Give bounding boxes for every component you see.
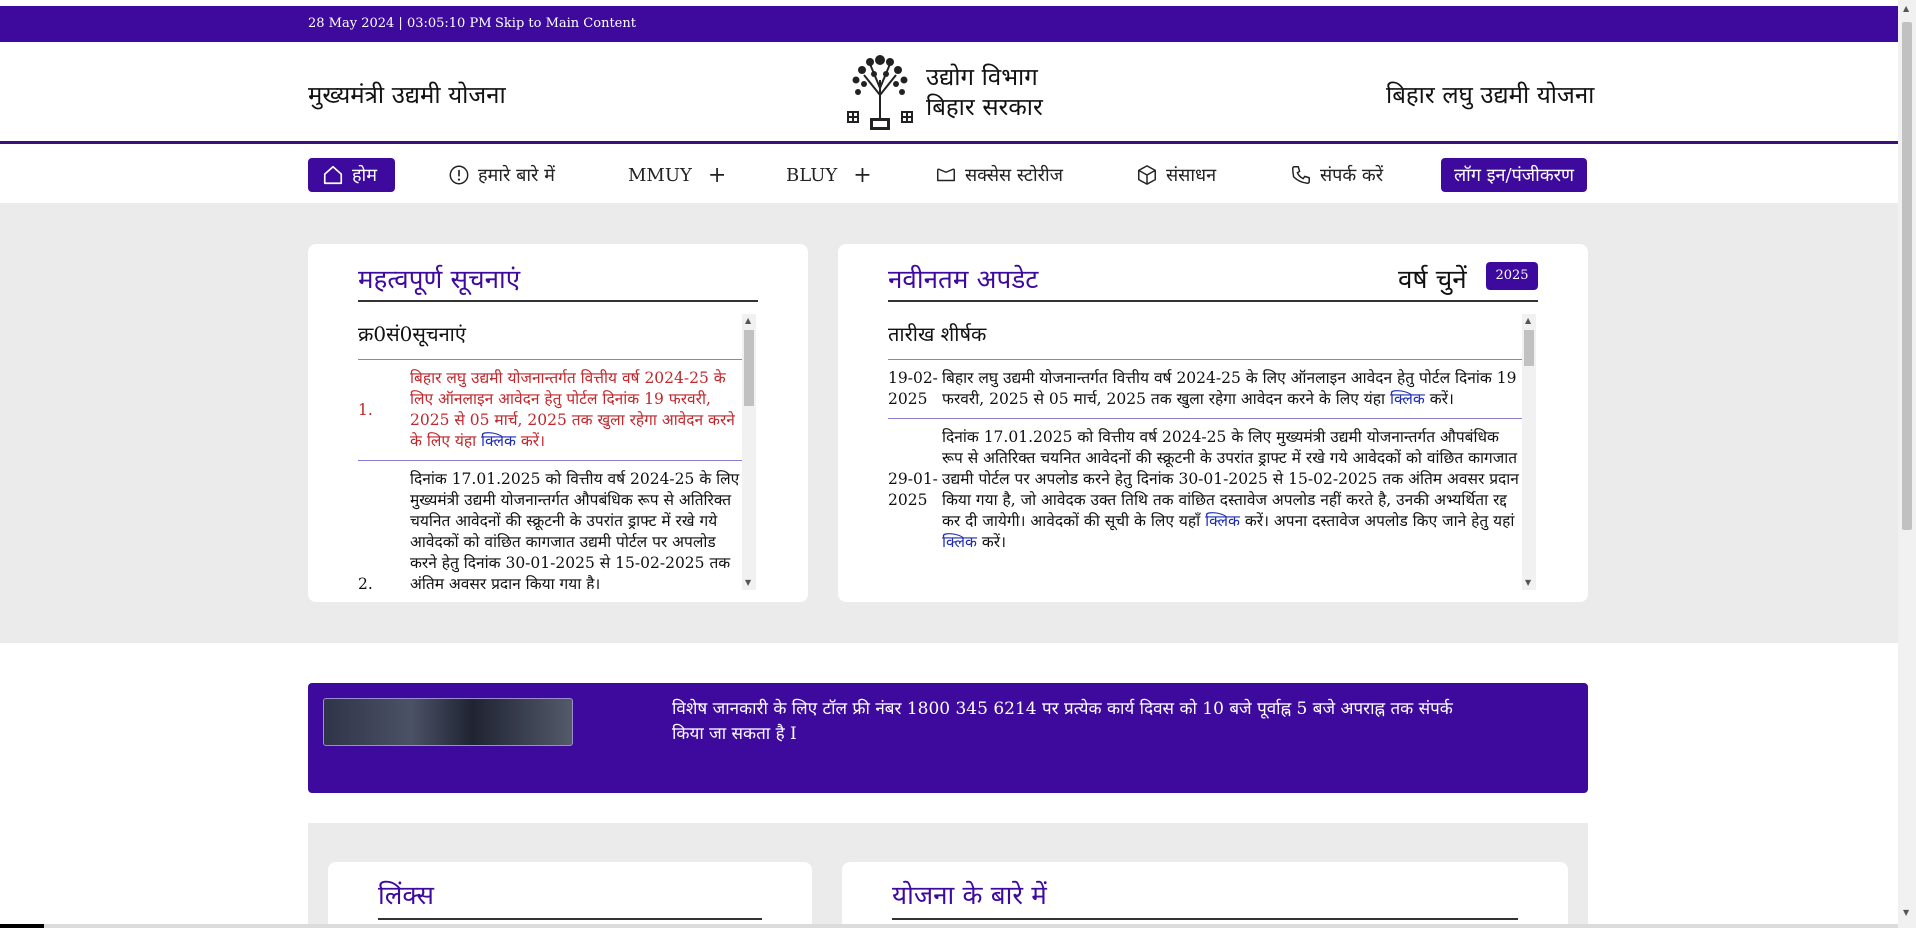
updates-scrollbar[interactable]: ▲ ▼: [1522, 314, 1536, 590]
updates-title: नवीनतम अपडेट: [888, 265, 1039, 295]
nav-mmuy[interactable]: MMUY +: [628, 158, 726, 192]
nav-home[interactable]: होम: [308, 158, 395, 192]
department-name: उद्योग विभाग बिहार सरकार: [926, 62, 1043, 122]
nav-home-label: होम: [352, 165, 377, 186]
click-link[interactable]: क्लिक: [942, 533, 977, 551]
nav-contact-label: संपर्क करें: [1320, 165, 1384, 186]
helpline-image: [323, 698, 573, 746]
notices-scrollbar[interactable]: ▲ ▼: [742, 314, 756, 590]
update-text: बिहार लघु उद्यमी योजनान्तर्गत वित्तीय वर…: [942, 369, 1517, 408]
bookmark-icon: [937, 168, 955, 182]
nav-contact[interactable]: संपर्क करें: [1290, 158, 1383, 192]
latest-updates-card: नवीनतम अपडेट वर्ष चुनें 2025 तारीख शीर्ष…: [838, 244, 1588, 602]
mmuy-title: मुख्यमंत्री उद्यमी योजना: [308, 81, 506, 109]
notice-row: 1. बिहार लघु उद्यमी योजनान्तर्गत वित्तीय…: [358, 359, 742, 460]
dept-line-1: उद्योग विभाग: [926, 63, 1038, 91]
update-row: 19-02-2025 बिहार लघु उद्यमी योजनान्तर्गत…: [888, 359, 1522, 418]
update-date: 19-02-2025: [888, 369, 938, 408]
phone-icon: [1292, 166, 1310, 184]
site-header: मुख्यमंत्री उद्यमी योजना उद्योग विभाग बि…: [0, 42, 1898, 144]
click-link[interactable]: क्लिक: [1205, 512, 1240, 530]
year-select[interactable]: 2025: [1486, 262, 1538, 290]
skip-to-main-link[interactable]: Skip to Main Content: [495, 16, 636, 31]
nav-about[interactable]: हमारे बारे में: [448, 158, 555, 192]
update-date: 29-01-2025: [888, 470, 938, 509]
home-icon: [323, 165, 343, 185]
notices-title: महत्वपूर्ण सूचनाएं: [358, 265, 521, 295]
updates-list[interactable]: 19-02-2025 बिहार लघु उद्यमी योजनान्तर्गत…: [888, 359, 1522, 589]
notice-number: 2.: [358, 575, 373, 589]
col-notice: सूचनाएं: [412, 322, 466, 346]
notices-list[interactable]: 1. बिहार लघु उद्यमी योजनान्तर्गत वित्तीय…: [358, 359, 742, 589]
plus-icon: +: [853, 162, 872, 188]
bluy-title: बिहार लघु उद्यमी योजना: [1386, 81, 1595, 109]
divider: [378, 918, 762, 920]
box-icon: [1138, 165, 1156, 185]
plus-icon: +: [707, 162, 727, 188]
nav-bluy-label: BLUY: [786, 164, 838, 186]
bihar-emblem-logo[interactable]: [844, 50, 916, 134]
page-scrollbar[interactable]: ▲ ▼: [1898, 0, 1916, 928]
about-scheme-card: योजना के बारे में: [842, 862, 1568, 928]
nav-success-stories[interactable]: सक्सेस स्टोरीज: [935, 158, 1063, 192]
notice-number: 1.: [358, 400, 373, 419]
click-link[interactable]: क्लिक: [1390, 390, 1425, 408]
top-bar: 28 May 2024 | 03:05:10 PM Skip to Main C…: [0, 6, 1898, 42]
year-select-label: वर्ष चुनें: [1398, 265, 1467, 295]
nav-resources-label: संसाधन: [1166, 165, 1217, 186]
notice-row: 2. दिनांक 17.01.2025 को वित्तीय वर्ष 202…: [358, 460, 742, 589]
links-card: लिंक्स: [328, 862, 812, 928]
important-notices-card: महत्वपूर्ण सूचनाएं क्र0सं0सूचनाएं 1. बिह…: [308, 244, 808, 602]
nav-mmuy-label: MMUY: [628, 164, 692, 186]
update-text: दिनांक 17.01.2025 को वित्तीय वर्ष 2024-2…: [942, 428, 1519, 551]
notice-text: दिनांक 17.01.2025 को वित्तीय वर्ष 2024-2…: [410, 470, 740, 589]
notices-table-header: क्र0सं0सूचनाएं: [358, 320, 466, 347]
divider: [892, 918, 1518, 920]
nav-success-label: सक्सेस स्टोरीज: [965, 165, 1064, 186]
about-scheme-title: योजना के बारे में: [892, 881, 1047, 911]
datetime: 28 May 2024 | 03:05:10 PM: [308, 16, 492, 31]
divider: [358, 300, 758, 302]
click-link[interactable]: क्लिक: [481, 432, 516, 450]
divider: [888, 300, 1538, 302]
updates-table-header: तारीख शीर्षक: [888, 320, 986, 347]
col-title: शीर्षक: [940, 322, 987, 346]
col-sno: क्र0सं0: [358, 322, 413, 346]
notice-text: बिहार लघु उद्यमी योजनान्तर्गत वित्तीय वर…: [410, 369, 735, 450]
update-row: 29-01-2025 दिनांक 17.01.2025 को वित्तीय …: [888, 418, 1522, 561]
nav-resources[interactable]: संसाधन: [1136, 158, 1216, 192]
helpline-banner: विशेष जानकारी के लिए टॉल फ्री नंबर 1800 …: [308, 683, 1588, 793]
login-register-button[interactable]: लॉग इन/पंजीकरण: [1441, 158, 1587, 192]
col-date: तारीख: [888, 322, 935, 346]
main-nav: होम हमारे बारे में MMUY + BLUY + सक्सेस …: [0, 145, 1898, 203]
nav-about-label: हमारे बारे में: [478, 165, 555, 186]
dept-line-2: बिहार सरकार: [926, 93, 1043, 121]
links-title: लिंक्स: [378, 881, 434, 911]
info-circle-icon: [449, 165, 469, 185]
nav-bluy[interactable]: BLUY +: [786, 158, 872, 192]
horizontal-scrollbar: [0, 924, 1898, 928]
helpline-message: विशेष जानकारी के लिए टॉल फ्री नंबर 1800 …: [672, 699, 1453, 744]
